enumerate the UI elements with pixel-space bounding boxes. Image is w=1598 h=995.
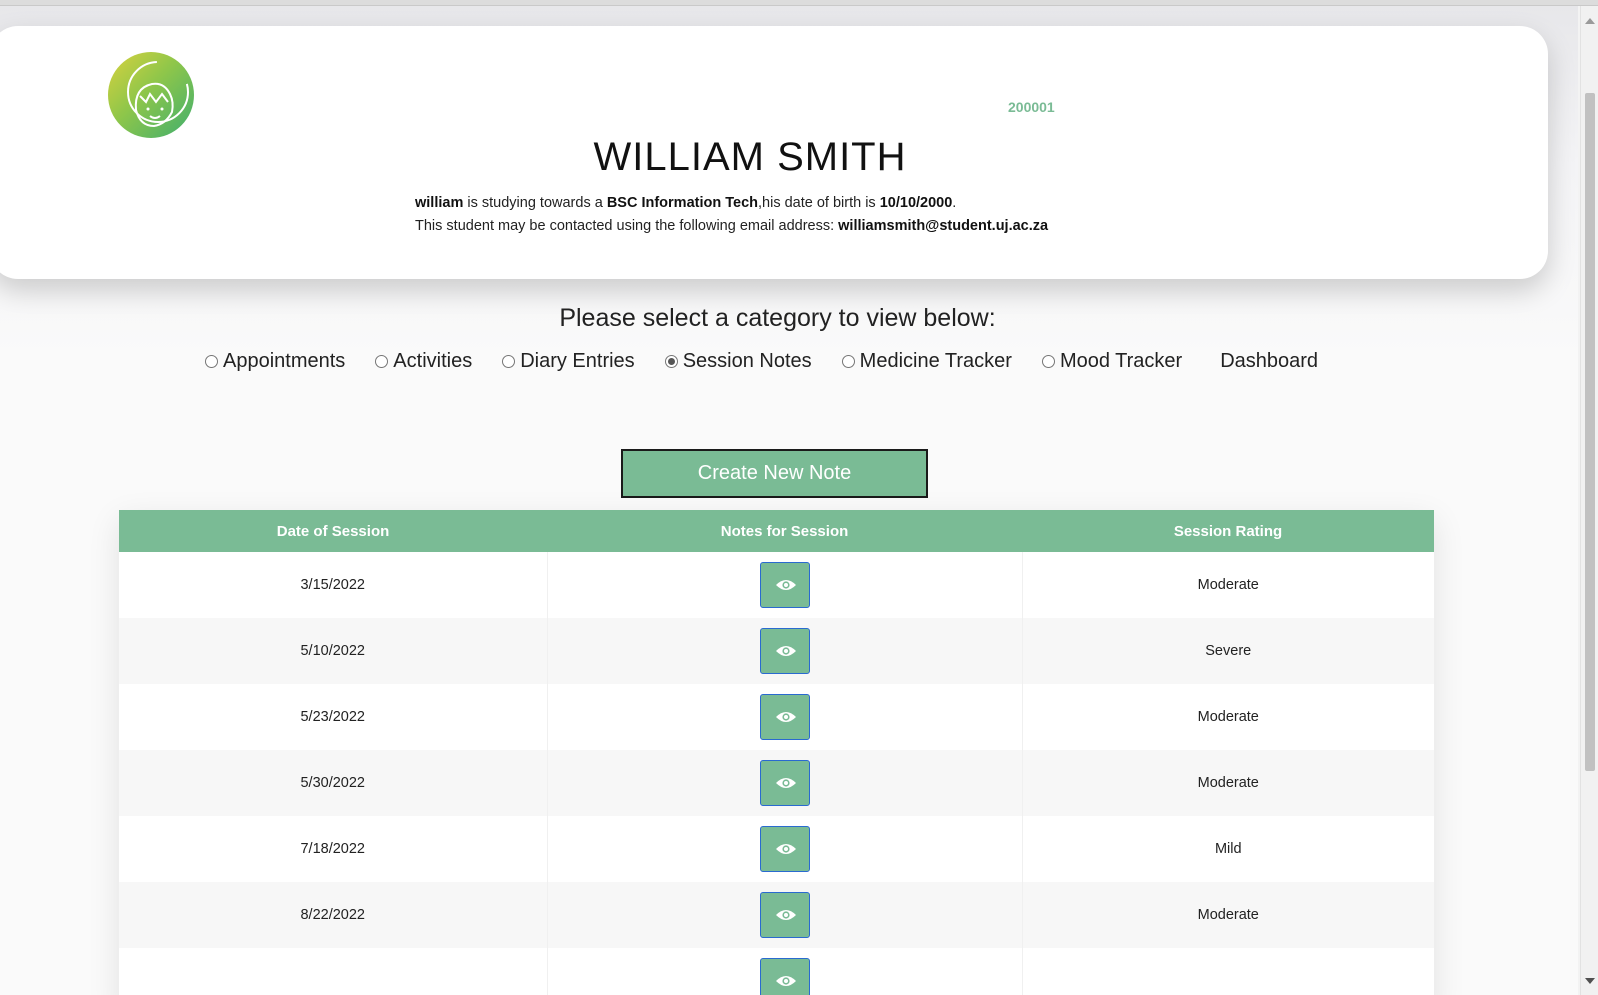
session-rating xyxy=(1022,948,1434,995)
avatar-face-icon xyxy=(127,61,189,128)
category-label-activities: Activities xyxy=(393,349,473,372)
session-rating: Moderate xyxy=(1022,750,1434,816)
scrollbar-thumb[interactable] xyxy=(1585,93,1595,771)
category-label-diary-entries: Diary Entries xyxy=(520,349,635,372)
category-mood-tracker[interactable]: Mood Tracker xyxy=(1041,349,1183,373)
table-header-row: Date of Session Notes for Session Sessio… xyxy=(119,510,1434,552)
view-note-button[interactable] xyxy=(759,628,810,674)
session-date: 5/23/2022 xyxy=(119,684,548,750)
session-notes-table: Date of Session Notes for Session Sessio… xyxy=(119,510,1434,995)
session-notes-cell xyxy=(547,882,1023,948)
view-note-button[interactable] xyxy=(759,826,810,872)
session-notes-cell xyxy=(547,618,1023,684)
student-name: WILLIAM SMITH xyxy=(593,135,907,179)
bio-text-3: . xyxy=(952,195,957,211)
eye-icon xyxy=(775,712,796,722)
bio-line-1: william is studying towards a BSC Inform… xyxy=(415,192,1048,215)
scroll-down-arrow-icon[interactable] xyxy=(1585,978,1595,984)
create-new-note-button[interactable]: Create New Note xyxy=(621,449,928,498)
category-appointments[interactable]: Appointments xyxy=(205,350,345,373)
eye-icon xyxy=(775,976,796,986)
view-note-button[interactable] xyxy=(759,760,810,806)
session-rating: Moderate xyxy=(1022,552,1434,618)
session-rating: Severe xyxy=(1022,618,1434,684)
student-bio: william is studying towards a BSC Inform… xyxy=(415,192,1048,238)
session-notes-cell xyxy=(547,684,1023,750)
category-label-mood-tracker: Mood Tracker xyxy=(1059,349,1183,372)
category-label-appointments: Appointments xyxy=(223,349,346,372)
category-prompt: Please select a category to view below: xyxy=(559,304,996,332)
session-date xyxy=(119,948,548,995)
header-rating: Session Rating xyxy=(1022,510,1434,552)
table-row: 5/30/2022 Moderate xyxy=(119,750,1434,816)
bio-first-name: william xyxy=(415,195,464,211)
category-diary-entries[interactable]: Diary Entries xyxy=(502,349,635,373)
session-rating: Moderate xyxy=(1022,684,1434,750)
category-label-session-notes: Session Notes xyxy=(682,349,812,372)
bio-email: williamsmith@student.uj.ac.za xyxy=(838,218,1049,234)
category-radio-group: Appointments Activities Diary Entries Se… xyxy=(205,346,1348,376)
view-note-button[interactable] xyxy=(759,562,810,608)
table-row xyxy=(119,948,1434,995)
radio-session-notes[interactable] xyxy=(664,354,678,368)
vertical-scrollbar[interactable] xyxy=(1580,6,1598,995)
eye-icon xyxy=(775,910,796,920)
bio-text-1: is studying towards a xyxy=(463,195,607,211)
session-notes-cell xyxy=(547,816,1023,882)
bio-degree: BSC Information Tech xyxy=(606,195,759,211)
session-rating: Mild xyxy=(1022,816,1434,882)
table-row: 5/10/2022 Severe xyxy=(119,618,1434,684)
table-row: 3/15/2022 Moderate xyxy=(119,552,1434,618)
category-session-notes[interactable]: Session Notes xyxy=(664,349,812,373)
bio-line-2: This student may be contacted using the … xyxy=(415,215,1048,238)
session-notes-cell xyxy=(547,552,1023,618)
radio-activities[interactable] xyxy=(375,354,389,368)
view-note-button[interactable] xyxy=(759,958,810,995)
eye-icon xyxy=(775,580,796,590)
header-date: Date of Session xyxy=(119,510,547,552)
header-notes: Notes for Session xyxy=(547,510,1022,552)
view-note-button[interactable] xyxy=(759,892,810,938)
table-row: 5/23/2022 Moderate xyxy=(119,684,1434,750)
student-profile-card: 200001 WILLIAM SMITH william is studying… xyxy=(0,26,1548,279)
radio-appointments[interactable] xyxy=(205,354,218,368)
session-notes-cell xyxy=(547,948,1023,995)
session-date: 5/10/2022 xyxy=(119,618,548,684)
category-activities[interactable]: Activities xyxy=(375,350,472,373)
dashboard-link[interactable]: Dashboard xyxy=(1220,350,1318,373)
table-row: 8/22/2022 Moderate xyxy=(119,882,1434,948)
bio-dob: 10/10/2000 xyxy=(879,195,953,211)
bio-text-2: ,his date of birth is xyxy=(758,195,880,211)
session-notes-cell xyxy=(547,750,1023,816)
radio-medicine-tracker[interactable] xyxy=(841,354,855,368)
category-medicine-tracker[interactable]: Medicine Tracker xyxy=(841,349,1012,373)
scroll-up-arrow-icon[interactable] xyxy=(1585,18,1595,24)
eye-icon xyxy=(775,778,796,788)
eye-icon xyxy=(775,844,796,854)
session-date: 8/22/2022 xyxy=(119,882,548,948)
radio-diary-entries[interactable] xyxy=(502,354,516,368)
session-date: 3/15/2022 xyxy=(119,552,548,618)
category-label-medicine-tracker: Medicine Tracker xyxy=(859,349,1012,372)
eye-icon xyxy=(775,646,796,656)
page-content: 200001 WILLIAM SMITH william is studying… xyxy=(0,6,1578,995)
view-note-button[interactable] xyxy=(759,694,810,740)
session-date: 5/30/2022 xyxy=(119,750,548,816)
student-avatar xyxy=(108,52,194,138)
table-row: 7/18/2022 Mild xyxy=(119,816,1434,882)
session-date: 7/18/2022 xyxy=(119,816,548,882)
student-id: 200001 xyxy=(1008,99,1055,115)
session-rating: Moderate xyxy=(1022,882,1434,948)
radio-mood-tracker[interactable] xyxy=(1041,354,1055,368)
bio-contact-text: This student may be contacted using the … xyxy=(415,218,839,234)
